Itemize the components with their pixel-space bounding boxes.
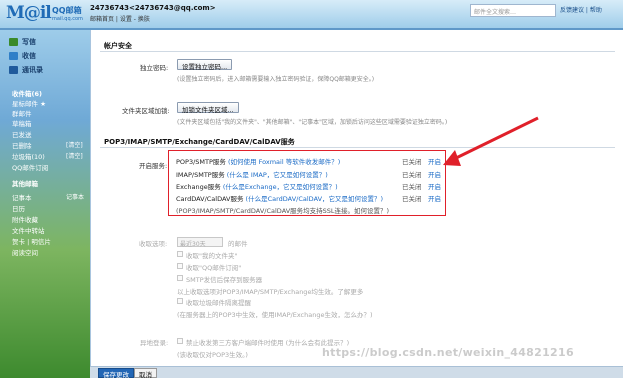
folder-starred[interactable]: 星标邮件 ★ (12, 98, 46, 108)
sidebar-item-reading[interactable]: 阅读空间 (12, 247, 38, 257)
sidebar-item-calendar[interactable]: 日历 (12, 203, 25, 213)
watermark: https://blog.csdn.net/weixin_44821216 (322, 346, 574, 359)
section-divider (100, 147, 615, 148)
folder-sent[interactable]: 已发送 (12, 129, 32, 139)
folder-lock-label: 文件夹区域加锁: (122, 107, 170, 115)
other-mailboxes-title[interactable]: 其他邮箱 (12, 178, 38, 188)
option-label: 收取垃圾邮件隔离提醒 (186, 299, 251, 307)
notepad-link[interactable]: 记事本 (66, 192, 84, 201)
clear-deleted-link[interactable]: [清空] (66, 140, 83, 149)
logo-name: QQ邮箱 (52, 6, 82, 15)
logo-mark: M@il (6, 3, 52, 23)
save-button[interactable]: 保存更改 (98, 368, 134, 378)
independent-password-label: 独立密码: (140, 64, 169, 72)
folder-group[interactable]: 群邮件 (12, 108, 32, 118)
cancel-button[interactable]: 取消 (134, 368, 157, 378)
folder-inbox[interactable]: 收件箱(6) (12, 88, 42, 98)
imap-note: (在服务器上的POP3中生效，使用IMAP/Exchange生效，怎么办？) (177, 311, 373, 319)
folder-spam[interactable]: 垃圾箱(10) (12, 151, 45, 161)
remote-login-label: 异地登录: (140, 339, 169, 347)
highlight-box (168, 150, 446, 216)
options-scope-note: 以上收取选项对POP3/IMAP/SMTP/Exchange均生效。了解更多 (177, 288, 364, 296)
spam-reminder-checkbox[interactable] (177, 298, 183, 304)
write-button[interactable]: 写信 (6, 36, 82, 48)
receive-range-suffix: 的邮件 (228, 240, 248, 248)
smtp-save-checkbox[interactable] (177, 275, 183, 281)
receive-label: 收信 (22, 52, 36, 60)
pop-services-title: POP3/IMAP/SMTP/Exchange/CardDAV/CalDAV服务 (104, 138, 295, 146)
sidebar-item-attachments[interactable]: 附件收藏 (12, 214, 38, 224)
folder-lock-note: (文件夹区域包括"我的文件夹"、"其他邮箱"、"记事本"区域，加锁后访问这些区域… (177, 119, 448, 126)
enable-services-label: 开启服务: (139, 162, 168, 170)
header: M@il QQ邮箱 mail.qq.com 24736743<24736743@… (0, 0, 623, 28)
user-account: 24736743<24736743@qq.com> (90, 4, 216, 12)
receive-subscription-checkbox[interactable] (177, 263, 183, 269)
clear-spam-link[interactable]: [清空] (66, 151, 83, 160)
password-note: (设置独立密码后，进入邮箱需要输入独立密码验证，保障QQ邮箱更安全。) (177, 76, 375, 83)
receive-range-select[interactable]: 最近30天 (177, 237, 223, 248)
account-security-title: 帐户安全 (104, 42, 132, 50)
write-label: 写信 (22, 38, 36, 46)
inbox-icon (9, 52, 18, 60)
top-links[interactable]: 反馈建议 | 帮助 (560, 5, 602, 14)
sidebar-item-file-transfer[interactable]: 文件中转站 (12, 225, 45, 235)
lock-folder-button[interactable]: 加锁文件夹区域... (177, 102, 239, 114)
search-input[interactable]: 邮件全文搜索… (470, 4, 556, 17)
logo-url: mail.qq.com (52, 16, 83, 22)
remote-login-checkbox[interactable] (177, 338, 183, 344)
receive-myfolder-checkbox[interactable] (177, 251, 183, 257)
sidebar-item-cards[interactable]: 贺卡 | 明信片 (12, 236, 51, 246)
contacts-label: 通讯录 (22, 66, 43, 74)
option-label: SMTP发信后保存到服务器 (186, 276, 263, 284)
folder-deleted[interactable]: 已删除 (12, 140, 32, 150)
logo[interactable]: M@il QQ邮箱 mail.qq.com (6, 3, 84, 25)
receive-button[interactable]: 收信 (6, 50, 82, 62)
footer-bar (90, 366, 623, 378)
section-divider (100, 51, 615, 52)
pop3-scope-note: (该收取仅对POP3生效。) (177, 351, 248, 359)
option-label: 收取"QQ邮件订阅" (186, 264, 242, 272)
user-links[interactable]: 邮箱首页 | 设置 - 换肤 (90, 14, 150, 23)
option-label: 收取"我的文件夹" (186, 252, 238, 260)
receive-options-label: 收取选项: (139, 240, 168, 248)
contacts-button[interactable]: 通讯录 (6, 64, 82, 76)
pen-icon (9, 38, 18, 46)
folder-subscriptions[interactable]: QQ邮件订阅 (12, 162, 48, 172)
folder-drafts[interactable]: 草稿箱 (12, 118, 32, 128)
sidebar-item-notes[interactable]: 记事本 (12, 192, 32, 202)
set-password-button[interactable]: 设置独立密码... (177, 59, 233, 71)
contacts-icon (9, 66, 18, 74)
